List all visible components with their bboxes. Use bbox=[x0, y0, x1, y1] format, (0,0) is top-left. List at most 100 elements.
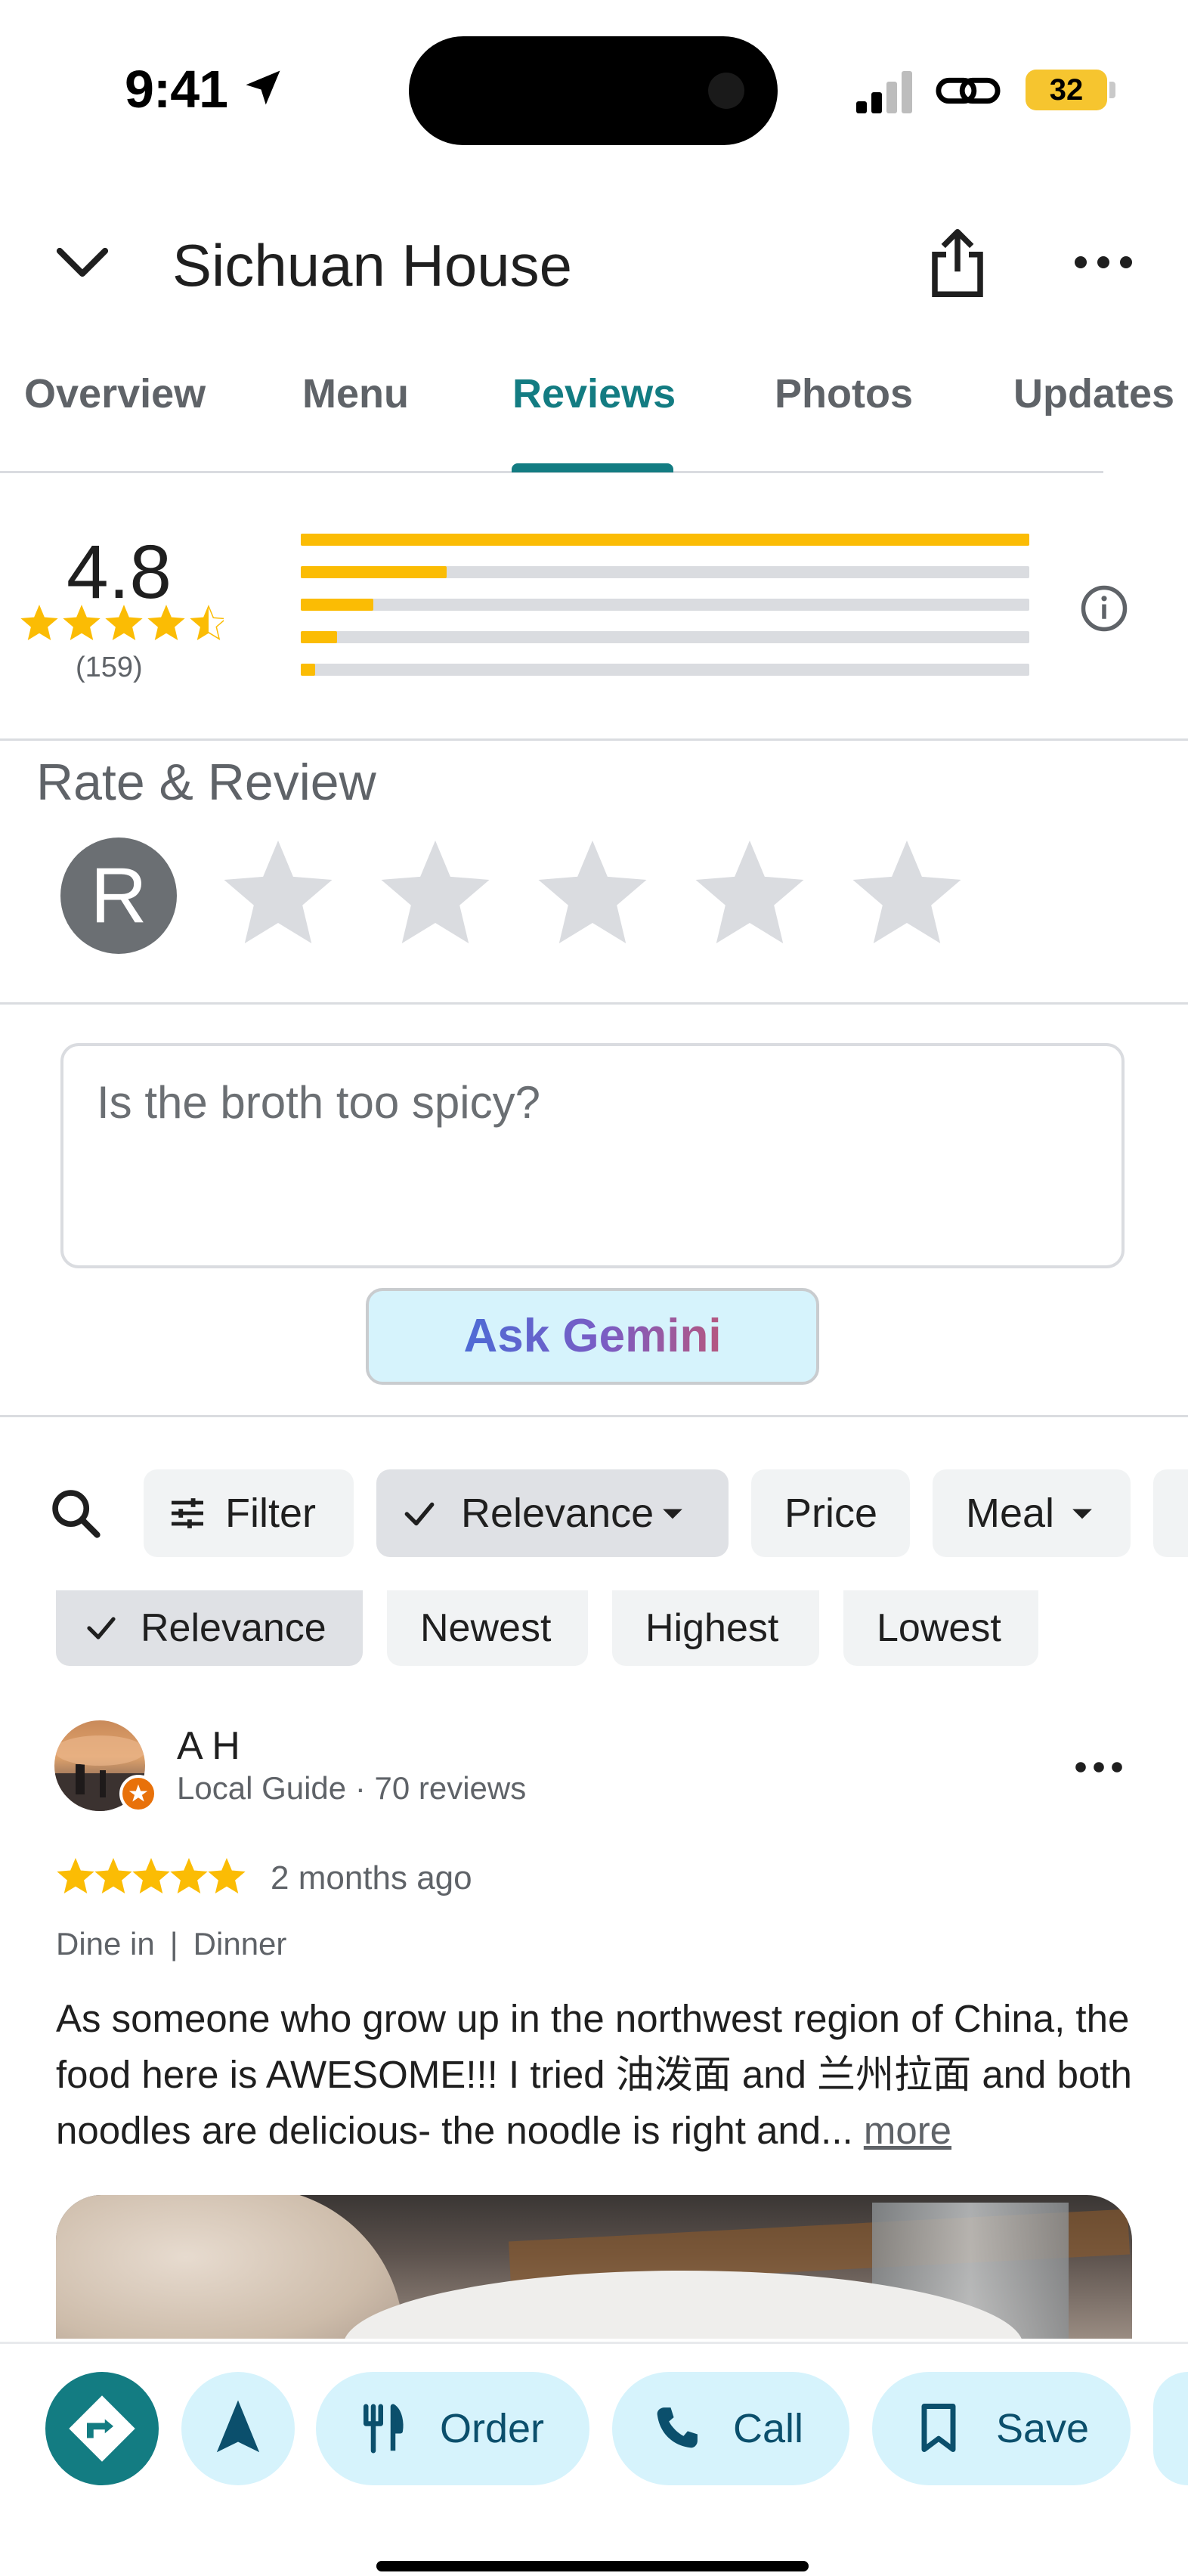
more-link[interactable]: more bbox=[864, 2109, 951, 2152]
rate-star-2-icon[interactable] bbox=[373, 834, 497, 955]
tab-photos[interactable]: Photos bbox=[775, 370, 913, 417]
sort-lowest-label: Lowest bbox=[877, 1606, 1001, 1650]
chevron-down-icon[interactable] bbox=[48, 228, 116, 296]
relevance-label: Relevance bbox=[461, 1491, 654, 1536]
status-time: 9:41 bbox=[125, 60, 228, 119]
star-icon bbox=[170, 1858, 208, 1894]
filter-chip[interactable]: Filter bbox=[144, 1469, 354, 1557]
star-icon bbox=[190, 605, 224, 641]
sort-relevance-option[interactable]: Relevance bbox=[56, 1590, 363, 1666]
ask-gemini-button[interactable]: Ask Gemini bbox=[366, 1288, 819, 1385]
review-tag: Dinner bbox=[193, 1926, 287, 1961]
star-icon bbox=[94, 1858, 132, 1894]
reviewer-meta: Local Guide · 70 reviews bbox=[177, 1770, 527, 1806]
order-label: Order bbox=[440, 2406, 545, 2451]
ask-placeholder: Is the broth too spicy? bbox=[97, 1077, 540, 1128]
star-icon bbox=[20, 605, 58, 641]
divider bbox=[0, 1415, 1188, 1417]
sort-relevance-label: Relevance bbox=[141, 1606, 326, 1650]
rating-bar-2 bbox=[301, 631, 1029, 643]
dropdown-arrow-icon bbox=[663, 1509, 682, 1519]
search-icon[interactable] bbox=[47, 1485, 104, 1542]
rating-bar-4 bbox=[301, 566, 1029, 578]
link-icon bbox=[936, 77, 1001, 104]
rating-bar-fill bbox=[301, 631, 338, 643]
review-stars bbox=[57, 1858, 246, 1894]
place-title: Sichuan House bbox=[172, 232, 573, 299]
directions-icon bbox=[69, 2395, 135, 2462]
sort-newest-option[interactable]: Newest bbox=[387, 1590, 588, 1666]
price-chip[interactable]: Price bbox=[751, 1469, 910, 1557]
rate-star-1-icon[interactable] bbox=[216, 834, 340, 955]
tab-reviews[interactable]: Reviews bbox=[512, 370, 676, 417]
star-icon bbox=[208, 1858, 246, 1894]
rating-bar-3 bbox=[301, 599, 1029, 611]
phone-icon bbox=[657, 2407, 698, 2448]
tab-menu[interactable]: Menu bbox=[302, 370, 409, 417]
star-icon bbox=[147, 605, 185, 641]
call-button[interactable]: Call bbox=[612, 2372, 849, 2485]
relevance-chip[interactable]: Relevance bbox=[376, 1469, 729, 1557]
share-icon[interactable] bbox=[923, 225, 992, 301]
more-chip-partial[interactable] bbox=[1153, 1469, 1188, 1557]
battery-level: 32 bbox=[1049, 73, 1084, 107]
location-arrow-icon bbox=[246, 70, 280, 105]
rate-star-4-icon[interactable] bbox=[688, 834, 812, 955]
more-options-icon[interactable] bbox=[1066, 236, 1141, 289]
price-label: Price bbox=[784, 1491, 878, 1536]
rate-star-5-icon[interactable] bbox=[845, 834, 969, 955]
average-stars bbox=[20, 605, 224, 641]
check-icon bbox=[87, 1617, 116, 1639]
dynamic-island bbox=[409, 36, 778, 145]
battery-indicator: 32 bbox=[1026, 70, 1107, 110]
sort-highest-label: Highest bbox=[645, 1606, 779, 1650]
sort-lowest-option[interactable]: Lowest bbox=[843, 1590, 1038, 1666]
review-tags: Dine in | Dinner bbox=[56, 1926, 287, 1961]
rating-distribution bbox=[301, 534, 1029, 696]
meal-chip[interactable]: Meal bbox=[933, 1469, 1131, 1557]
directions-button[interactable] bbox=[45, 2372, 159, 2485]
call-label: Call bbox=[733, 2406, 804, 2451]
ask-question-input[interactable]: Is the broth too spicy? bbox=[60, 1043, 1125, 1268]
order-button[interactable]: Order bbox=[316, 2372, 589, 2485]
ask-gemini-label: Ask Gemini bbox=[463, 1310, 722, 1362]
star-icon bbox=[105, 605, 143, 641]
rate-review-title: Rate & Review bbox=[36, 754, 376, 811]
status-bar: 9:41 32 bbox=[0, 0, 1188, 174]
active-tab-indicator bbox=[512, 463, 673, 472]
save-label: Save bbox=[996, 2406, 1090, 2451]
cellular-signal-icon bbox=[856, 71, 912, 113]
review-time: 2 months ago bbox=[271, 1859, 472, 1896]
rate-star-3-icon[interactable] bbox=[531, 834, 654, 955]
sort-newest-label: Newest bbox=[420, 1606, 552, 1650]
sort-highest-option[interactable]: Highest bbox=[612, 1590, 819, 1666]
info-icon[interactable] bbox=[1079, 584, 1129, 633]
tab-updates[interactable]: Updates bbox=[1013, 370, 1174, 417]
reviewer-name[interactable]: A H bbox=[177, 1723, 240, 1769]
rating-bar-5 bbox=[301, 534, 1029, 546]
meal-label: Meal bbox=[966, 1491, 1055, 1536]
check-icon bbox=[404, 1502, 435, 1526]
filter-label: Filter bbox=[225, 1491, 316, 1536]
rating-bar-fill bbox=[301, 664, 316, 676]
sliders-icon bbox=[172, 1498, 203, 1528]
review-count: (159) bbox=[76, 652, 143, 683]
more-action-partial[interactable] bbox=[1153, 2372, 1188, 2485]
bookmark-icon bbox=[921, 2404, 956, 2452]
save-button[interactable]: Save bbox=[872, 2372, 1131, 2485]
navigate-button[interactable] bbox=[181, 2372, 295, 2485]
tab-overview[interactable]: Overview bbox=[24, 370, 206, 417]
navigation-arrow-icon bbox=[216, 2400, 260, 2453]
review-photo[interactable] bbox=[56, 2195, 1132, 2339]
star-icon bbox=[132, 1858, 170, 1894]
more-options-icon[interactable] bbox=[1069, 1752, 1129, 1782]
rating-bar-fill bbox=[301, 566, 447, 578]
battery-cap bbox=[1109, 82, 1115, 98]
user-avatar: R bbox=[60, 838, 177, 954]
rating-bar-fill bbox=[301, 534, 1029, 546]
rating-bar-1 bbox=[301, 664, 1029, 676]
divider bbox=[0, 1002, 1188, 1005]
star-icon bbox=[57, 1858, 94, 1894]
rating-bar-fill bbox=[301, 599, 374, 611]
review-body: As someone who grow up in the northwest … bbox=[56, 1997, 1132, 2152]
